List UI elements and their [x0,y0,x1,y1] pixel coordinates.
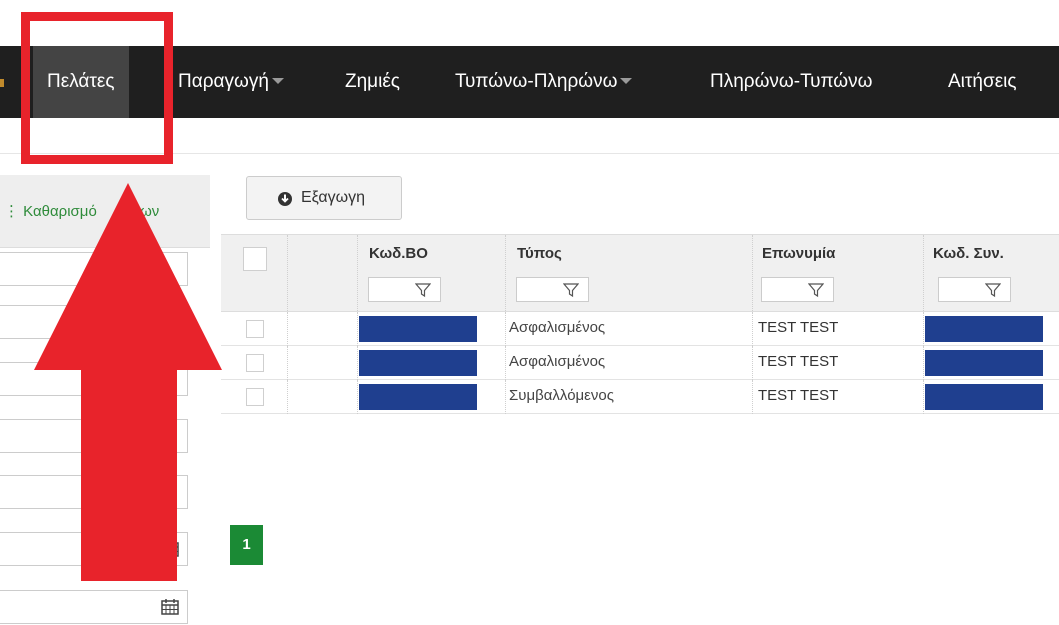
nav-item-label: Πληρώνω-Τυπώνω [710,71,873,92]
cell-name: TEST TEST [758,353,839,370]
cell-name: TEST TEST [758,387,839,404]
sidebar-filter-input[interactable] [0,475,188,509]
filter-button-code-syn[interactable] [938,277,1011,302]
clear-filters-link[interactable]: ⋮ Καθαρισμό λων [4,202,159,220]
grid-header: Κωδ.ΒΟ Τύπος Επωνυμία Κωδ. Συν. [221,234,1059,313]
sidebar-filter-input[interactable] [0,419,188,453]
nav-item-pay-print[interactable]: Πληρώνω-Τυπώνω [710,46,872,118]
redacted-code-bo [359,384,477,410]
table-row[interactable]: Συμβαλλόμενος TEST TEST [221,380,1059,414]
filter-button-code-bo[interactable] [368,277,441,302]
nav-item-label: Ζημιές [345,71,400,92]
redacted-code-bo [359,350,477,376]
sidebar-date-input[interactable] [0,590,188,624]
export-label: Εξαγωγη [301,189,366,206]
caret-down-icon [620,77,633,84]
filter-icon [985,283,1001,298]
caret-down-icon [271,77,284,84]
cell-type: Συμβαλλόμενος [509,387,614,404]
clear-filters-icon: ⋮ [4,203,19,220]
column-header-code-bo[interactable]: Κωδ.ΒΟ [369,245,428,262]
column-header-name[interactable]: Επωνυμία [762,245,835,262]
redacted-code-syn [925,384,1043,410]
sidebar-filter-input[interactable] [0,362,188,396]
redacted-code-syn [925,316,1043,342]
cell-name: TEST TEST [758,319,839,336]
filter-button-type[interactable] [516,277,589,302]
clear-filters-label: Καθαρισμό [23,203,97,220]
customers-grid: Κωδ.ΒΟ Τύπος Επωνυμία Κωδ. Συν. Ασφαλισμ… [221,234,1059,414]
filter-icon [563,283,579,298]
nav-item-label: Πελάτες [47,71,115,92]
row-checkbox[interactable] [246,354,264,372]
calendar-icon[interactable] [161,599,179,615]
nav-item-label: Αιτήσεις [948,71,1017,92]
filter-icon [808,283,824,298]
cell-type: Ασφαλισμένος [509,319,606,336]
top-navbar: Πελάτες Παραγωγή Ζημιές Τυπώνω-Πληρώνω Π… [0,46,1059,118]
nav-item-customers[interactable]: Πελάτες [33,46,129,118]
cell-type: Ασφαλισμένος [509,353,606,370]
download-circle-icon [278,192,292,206]
row-checkbox[interactable] [246,388,264,406]
nav-edge-marker [0,79,4,87]
column-header-type[interactable]: Τύπος [517,245,562,262]
page-button-current[interactable]: 1 [230,525,263,565]
redacted-code-syn [925,350,1043,376]
filter-button-name[interactable] [761,277,834,302]
select-all-checkbox[interactable] [243,247,267,271]
sidebar-filter-input[interactable] [0,252,188,286]
filter-icon [415,283,431,298]
sidebar-filter-input[interactable] [0,305,188,339]
nav-item-print-pay[interactable]: Τυπώνω-Πληρώνω [455,46,633,118]
column-header-code-syn[interactable]: Κωδ. Συν. [933,245,1004,262]
nav-item-label: Παραγωγή [178,71,269,92]
divider [0,153,1059,154]
nav-item-production[interactable]: Παραγωγή [178,46,284,118]
nav-item-claims[interactable]: Ζημιές [345,46,400,118]
calendar-icon[interactable] [161,541,179,557]
redacted-code-bo [359,316,477,342]
sidebar-header: ⋮ Καθαρισμό λων [0,175,210,248]
export-button[interactable]: Εξαγωγη [246,176,402,220]
nav-item-applications[interactable]: Αιτήσεις [948,46,1017,118]
clear-filters-label-tail: λων [132,203,160,220]
table-row[interactable]: Ασφαλισμένος TEST TEST [221,312,1059,346]
row-checkbox[interactable] [246,320,264,338]
nav-item-label: Τυπώνω-Πληρώνω [455,71,618,92]
table-row[interactable]: Ασφαλισμένος TEST TEST [221,346,1059,380]
sidebar-date-input[interactable] [0,532,188,566]
